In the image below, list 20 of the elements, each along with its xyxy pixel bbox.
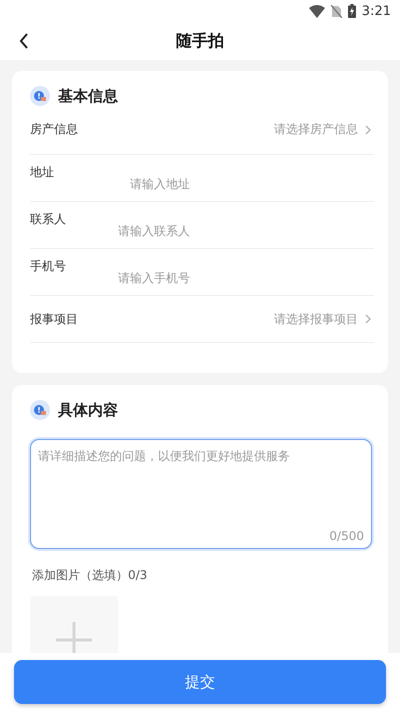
page-title: 随手拍 [176, 30, 224, 52]
back-icon[interactable] [19, 33, 29, 49]
select-field[interactable]: 请选择房产信息 [274, 121, 371, 138]
select-field[interactable]: 请选择报事项目 [274, 310, 371, 328]
field-label: 房产信息 [30, 121, 78, 138]
section-title: 基本信息 [58, 86, 118, 106]
status-time: 3:21 [362, 4, 391, 18]
info-icon [30, 400, 50, 420]
photo-label: 添加图片（选填）0/3 [32, 567, 148, 584]
submit-button[interactable]: 提交 [14, 660, 386, 704]
chevron-icon [365, 124, 371, 134]
wifi-icon [308, 4, 325, 18]
battery-icon [348, 4, 356, 18]
char-counter: 0/500 [329, 529, 364, 543]
plus-icon [56, 622, 92, 653]
chevron-icon [365, 314, 371, 324]
info-icon [30, 86, 50, 106]
no-sim-icon [330, 4, 342, 18]
section-title: 具体内容 [58, 400, 118, 420]
field-label: 报事项目 [30, 310, 78, 328]
